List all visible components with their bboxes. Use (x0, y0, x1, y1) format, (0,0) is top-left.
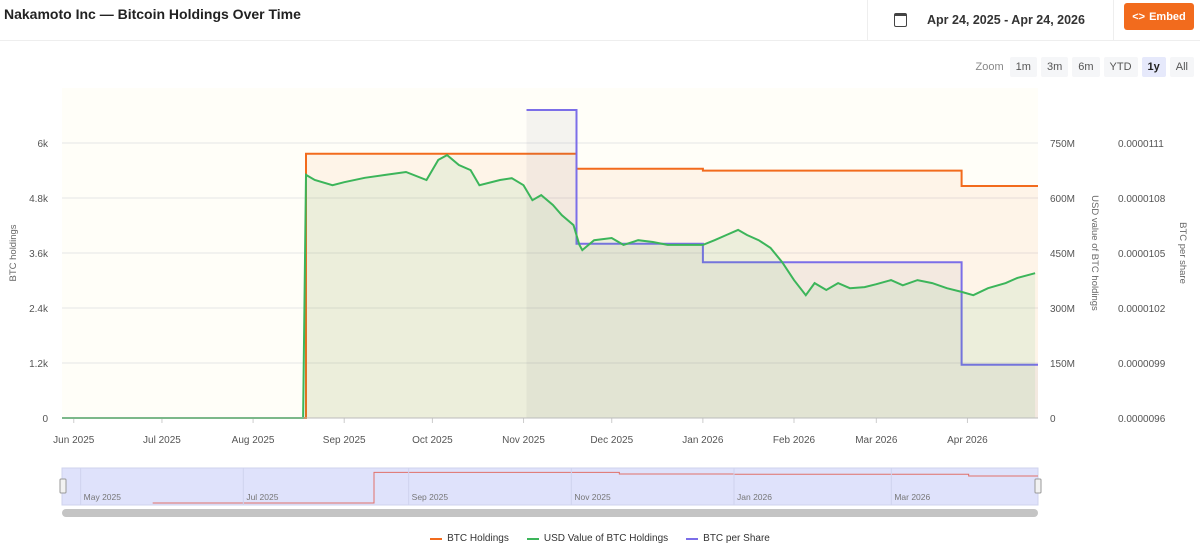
navigator-handle-left[interactable] (59, 478, 67, 494)
navigator-scrollbar[interactable] (62, 509, 1038, 517)
y-right1-tick: 750M (1050, 139, 1075, 150)
btc-per-share-area (526, 110, 1038, 418)
btc-holdings-line (62, 152, 1038, 419)
zoom-all[interactable]: All (1169, 57, 1194, 77)
x-tick-label: Mar 2026 (855, 435, 898, 446)
y-left-tick: 6k (37, 139, 49, 150)
zoom-ytd[interactable]: YTD (1103, 57, 1138, 77)
x-tick-label: Nov 2025 (502, 435, 545, 446)
x-tick-label: Aug 2025 (232, 435, 275, 446)
zoom-3m[interactable]: 3m (1040, 57, 1069, 77)
btc-per-share-line (526, 109, 1038, 366)
navigator-tick: Jul 2025 (246, 492, 278, 502)
page-title: Nakamoto Inc — Bitcoin Holdings Over Tim… (4, 6, 301, 22)
usd-value-line (62, 153, 1036, 419)
x-tick-label: Dec 2025 (590, 435, 633, 446)
y-right2-tick: 0.0000111 (1118, 139, 1164, 150)
calendar-icon (894, 13, 907, 27)
navigator (61, 467, 1039, 506)
x-tick-label: Jun 2025 (53, 435, 95, 446)
navigator-tick: Mar 2026 (894, 492, 930, 502)
usd-value-area (62, 155, 1036, 418)
navigator-tick: Nov 2025 (574, 492, 611, 502)
x-tick-label: Feb 2026 (773, 435, 816, 446)
y-right2-tick: 0.0000096 (1118, 414, 1166, 425)
date-range-label: Apr 24, 2025 - Apr 24, 2026 (927, 13, 1085, 27)
x-tick-label: Apr 2026 (947, 435, 988, 446)
zoom-1m[interactable]: 1m (1009, 57, 1037, 77)
legend-usd-value[interactable]: USD Value of BTC Holdings (526, 533, 668, 544)
y-left-label: BTC holdings (8, 224, 19, 281)
y-right1-tick: 0 (1050, 414, 1056, 425)
navigator-tick: Jan 2026 (737, 492, 772, 502)
y-left-tick: 1.2k (29, 359, 49, 370)
zoom-label: Zoom (975, 61, 1004, 73)
y-right2-tick: 0.0000108 (1118, 194, 1166, 205)
btc-holdings-area (62, 153, 1038, 419)
embed-label: Embed (1149, 10, 1186, 23)
code-icon: <> (1132, 10, 1146, 23)
legend-btc-per-share[interactable]: BTC per Share (686, 533, 770, 544)
y-left-tick: 4.8k (29, 194, 49, 205)
zoom-6m[interactable]: 6m (1072, 57, 1100, 77)
navigator-series (152, 471, 1038, 504)
y-right1-tick: 450M (1050, 249, 1075, 260)
navigator-handle-right[interactable] (1034, 478, 1042, 494)
header: Nakamoto Inc — Bitcoin Holdings Over Tim… (0, 0, 1200, 41)
embed-button[interactable]: <> Embed (1124, 3, 1194, 30)
legend: BTC Holdings USD Value of BTC Holdings B… (0, 533, 1200, 544)
zoom-1y[interactable]: 1y (1141, 57, 1166, 77)
zoom-controls: Zoom 1m 3m 6m YTD 1y All (976, 57, 1194, 77)
navigator-tick: May 2025 (84, 492, 122, 502)
x-tick-label: Jan 2026 (682, 435, 724, 446)
plot-background (62, 88, 1038, 418)
date-range-picker[interactable]: Apr 24, 2025 - Apr 24, 2026 (867, 0, 1114, 40)
navigator-tick: Sep 2025 (412, 492, 449, 502)
y-right1-tick: 150M (1050, 359, 1075, 370)
y-right2-tick: 0.0000105 (1118, 249, 1166, 260)
x-tick-label: Jul 2025 (143, 435, 181, 446)
legend-btc-holdings[interactable]: BTC Holdings (430, 533, 509, 544)
y-right2-label: BTC per share (1177, 222, 1188, 284)
y-right2-tick: 0.0000099 (1118, 359, 1166, 370)
y-left-tick: 0 (42, 414, 48, 425)
y-right2-tick: 0.0000102 (1118, 304, 1166, 315)
x-tick-label: Sep 2025 (323, 435, 366, 446)
y-right1-tick: 600M (1050, 194, 1075, 205)
y-left-tick: 2.4k (29, 304, 49, 315)
y-right1-label: USD value of BTC holdings (1089, 195, 1100, 311)
x-tick-label: Oct 2025 (412, 435, 453, 446)
y-left-tick: 3.6k (29, 249, 49, 260)
chart: 0 0 0.0000096 1.2k 150M 0.0000099 2.4k 300M 0.00… (8, 88, 1188, 517)
y-right1-tick: 300M (1050, 304, 1075, 315)
